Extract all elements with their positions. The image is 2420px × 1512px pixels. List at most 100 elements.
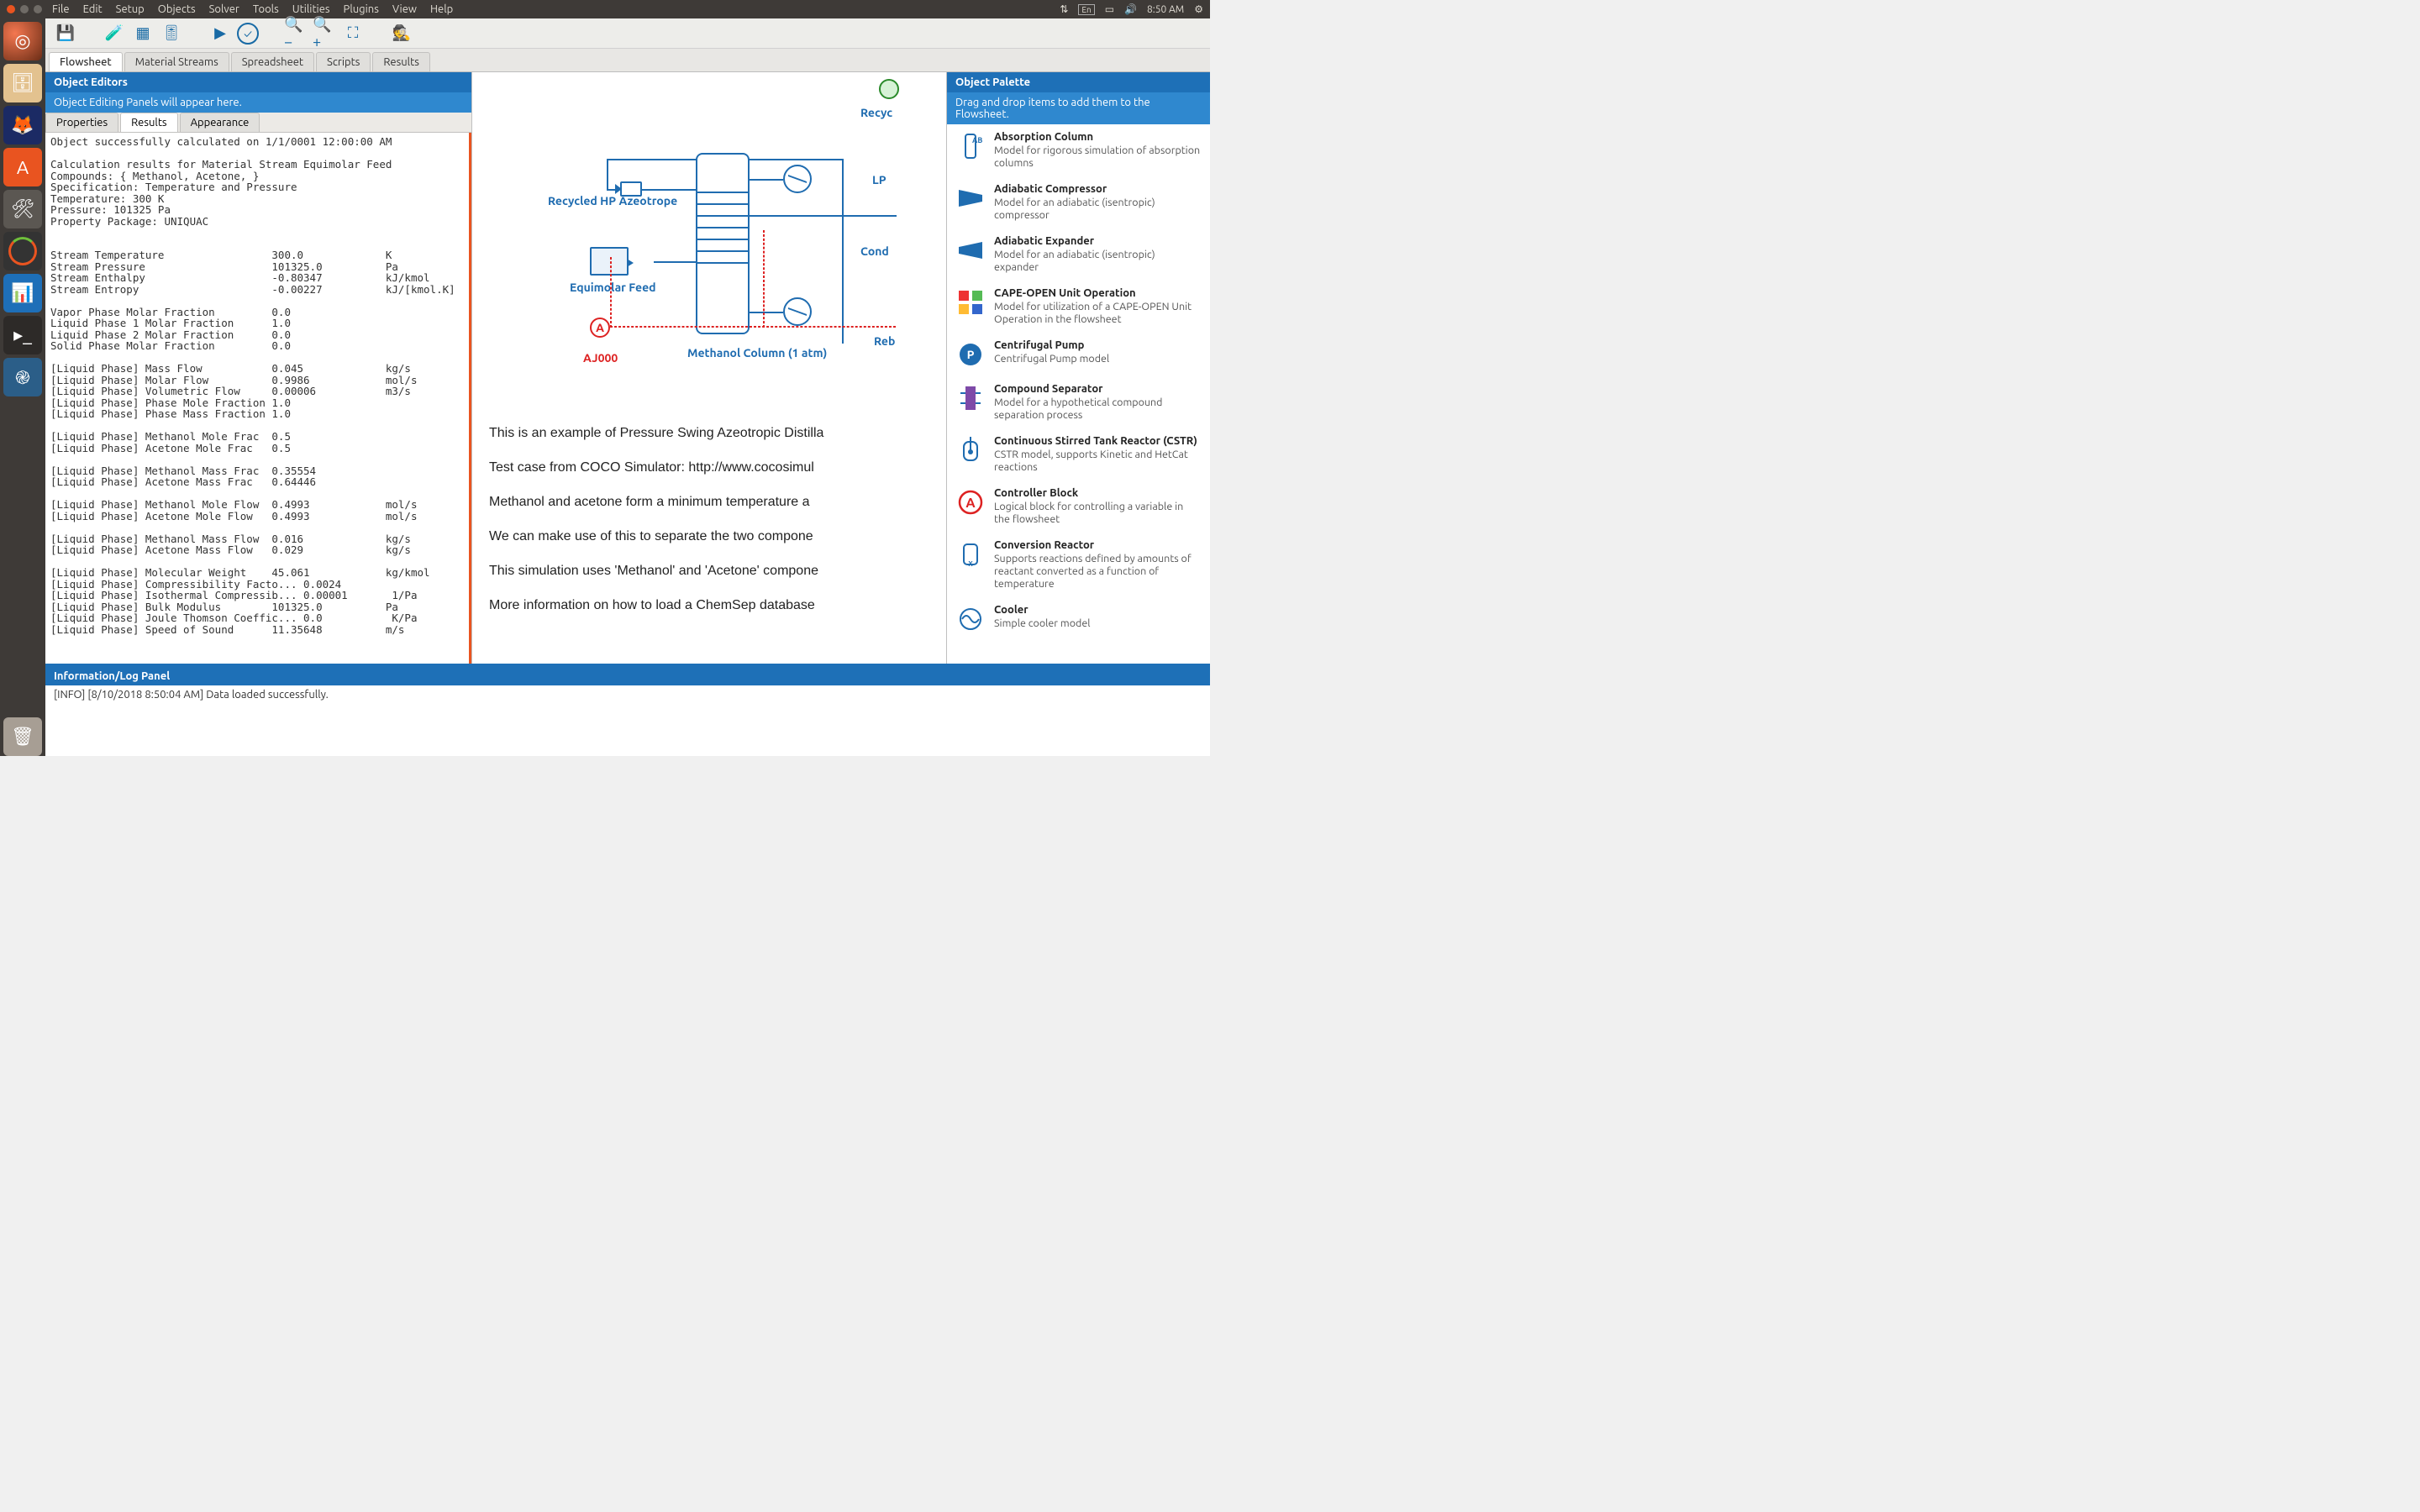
launcher-software-icon[interactable]: A	[3, 148, 42, 186]
menu-file[interactable]: File	[52, 3, 70, 15]
palette-item[interactable]: CAPE-OPEN Unit OperationModel for utiliz…	[947, 281, 1210, 333]
subtab-properties[interactable]: Properties	[45, 113, 118, 132]
window-max-icon[interactable]	[34, 5, 42, 13]
palette-item-desc: Simple cooler model	[994, 617, 1091, 630]
menu-utilities[interactable]: Utilities	[292, 3, 330, 15]
palette-item[interactable]: XConversion ReactorSupports reactions de…	[947, 533, 1210, 597]
app-menu: File Edit Setup Objects Solver Tools Uti…	[52, 3, 453, 15]
volume-icon[interactable]: 🔊	[1124, 3, 1137, 15]
menu-edit[interactable]: Edit	[83, 3, 103, 15]
flowsheet-canvas[interactable]: Recyc LP Cond Reb Recycled HP Azeotrope …	[472, 72, 946, 664]
launcher-simulator-icon[interactable]: 📊	[3, 274, 42, 312]
window-close-icon[interactable]	[7, 5, 15, 13]
main-tabs: Flowsheet Material Streams Spreadsheet S…	[45, 49, 1210, 72]
grid-icon[interactable]: ▦	[131, 22, 155, 45]
label-methanol-column: Methanol Column (1 atm)	[687, 346, 827, 360]
zoom-out-icon[interactable]: 🔍−	[284, 22, 308, 45]
cstr-icon	[955, 435, 986, 465]
main-toolbar: 💾 🧪 ▦ 🎚 ▶ ✓ 🔍− 🔍+ ⛶ 🕵	[45, 18, 1210, 49]
play-icon[interactable]: ▶	[208, 22, 232, 45]
battery-icon[interactable]: ▭	[1105, 3, 1114, 15]
launcher-trash-icon[interactable]: 🗑	[3, 717, 42, 756]
palette-item[interactable]: Compound SeparatorModel for a hypothetic…	[947, 376, 1210, 428]
equimolar-feed-block[interactable]	[590, 247, 629, 276]
zoom-fit-icon[interactable]: ⛶	[341, 22, 365, 45]
flask-icon[interactable]: 🧪	[103, 22, 126, 45]
palette-item[interactable]: CoolerSimple cooler model	[947, 597, 1210, 641]
window-min-icon[interactable]	[20, 5, 29, 13]
tab-material-streams[interactable]: Material Streams	[124, 52, 229, 71]
palette-list[interactable]: ABAbsorption ColumnModel for rigorous si…	[947, 124, 1210, 664]
desc-line: This simulation uses 'Methanol' and 'Ace…	[489, 563, 946, 580]
launcher-files-icon[interactable]: 🗄	[3, 64, 42, 102]
launcher-updater-icon[interactable]	[3, 232, 42, 270]
palette-item-desc: Model for an adiabatic (isentropic) comp…	[994, 197, 1202, 222]
log-line: [INFO] [8/10/2018 8:50:04 AM] Data loade…	[54, 689, 1202, 701]
flowsheet-canvas-panel[interactable]: Recyc LP Cond Reb Recycled HP Azeotrope …	[472, 72, 946, 664]
sliders-icon[interactable]: 🎚	[160, 22, 183, 45]
palette-item-title: Absorption Column	[994, 131, 1202, 143]
menu-tools[interactable]: Tools	[253, 3, 279, 15]
editor-sub-tabs: Properties Results Appearance	[45, 113, 471, 133]
lang-indicator[interactable]: En	[1078, 4, 1094, 15]
palette-item-desc: Model for a hypothetical compound separa…	[994, 396, 1202, 422]
label-recyc: Recyc	[860, 106, 892, 119]
condenser-icon[interactable]	[783, 165, 812, 193]
launcher-dash-icon[interactable]: ◎	[3, 22, 42, 60]
subtab-results[interactable]: Results	[120, 113, 177, 132]
annotation-a-badge[interactable]: A	[590, 318, 610, 338]
conv-icon: X	[955, 539, 986, 570]
log-body[interactable]: [INFO] [8/10/2018 8:50:04 AM] Data loade…	[45, 685, 1210, 756]
palette-item-title: Adiabatic Expander	[994, 235, 1202, 247]
results-textarea[interactable]: Object successfully calculated on 1/1/00…	[45, 133, 471, 664]
reboiler-icon[interactable]	[783, 297, 812, 326]
palette-item[interactable]: A Controller Block Logical block for contr…	[947, 480, 1210, 533]
ctrl-icon: A	[955, 487, 986, 517]
solve-check-icon[interactable]: ✓	[237, 23, 259, 45]
menu-solver[interactable]: Solver	[209, 3, 239, 15]
network-icon[interactable]: ⇅	[1060, 3, 1068, 15]
inspector-icon[interactable]: 🕵	[390, 22, 413, 45]
palette-item-text: Adiabatic CompressorModel for an adiabat…	[994, 183, 1202, 222]
launcher-terminal-icon[interactable]: ▸_	[3, 316, 42, 354]
desc-line: Methanol and acetone form a minimum temp…	[489, 494, 946, 511]
palette-item[interactable]: Adiabatic ExpanderModel for an adiabatic…	[947, 228, 1210, 281]
palette-item-title: Controller Block	[994, 487, 1202, 499]
tab-scripts[interactable]: Scripts	[316, 52, 371, 71]
svg-text:X: X	[968, 560, 973, 568]
menu-help[interactable]: Help	[430, 3, 453, 15]
menu-plugins[interactable]: Plugins	[344, 3, 379, 15]
save-icon[interactable]: 💾	[54, 22, 77, 45]
recycle-green-badge[interactable]	[879, 79, 899, 99]
zoom-in-icon[interactable]: 🔍+	[313, 22, 336, 45]
launcher-app-icon[interactable]: ֎	[3, 358, 42, 396]
menu-view[interactable]: View	[392, 3, 417, 15]
gear-icon[interactable]: ⚙	[1194, 3, 1203, 15]
palette-item[interactable]: ABAbsorption ColumnModel for rigorous si…	[947, 124, 1210, 176]
tab-flowsheet[interactable]: Flowsheet	[49, 52, 123, 71]
tab-results[interactable]: Results	[372, 52, 429, 71]
methanol-column[interactable]	[696, 153, 750, 334]
palette-item[interactable]: Adiabatic CompressorModel for an adiabat…	[947, 176, 1210, 228]
palette-item-text: CoolerSimple cooler model	[994, 604, 1091, 634]
palette-item[interactable]: Continuous Stirred Tank Reactor (CSTR)CS…	[947, 428, 1210, 480]
palette-item-desc: Model for rigorous simulation of absorpt…	[994, 144, 1202, 170]
svg-text:P: P	[967, 348, 975, 361]
object-editors-subheader: Object Editing Panels will appear here.	[45, 92, 471, 113]
tab-spreadsheet[interactable]: Spreadsheet	[231, 52, 314, 71]
launcher-firefox-icon[interactable]: 🦊	[3, 106, 42, 144]
palette-item-title: Centrifugal Pump	[994, 339, 1109, 351]
menu-setup[interactable]: Setup	[116, 3, 145, 15]
palette-item-desc: Logical block for controlling a variable…	[994, 501, 1202, 526]
application-window: 💾 🧪 ▦ 🎚 ▶ ✓ 🔍− 🔍+ ⛶ 🕵 Flowsheet Material…	[45, 18, 1210, 756]
clock[interactable]: 8:50 AM	[1147, 4, 1184, 15]
cape-icon	[955, 287, 986, 318]
launcher-settings-icon[interactable]: 🛠	[3, 190, 42, 228]
subtab-appearance[interactable]: Appearance	[180, 113, 260, 132]
palette-item-text: Centrifugal PumpCentrifugal Pump model	[994, 339, 1109, 370]
palette-item-desc: CSTR model, supports Kinetic and HetCat …	[994, 449, 1202, 474]
palette-item[interactable]: P Centrifugal PumpCentrifugal Pump model	[947, 333, 1210, 376]
log-header: Information/Log Panel	[45, 667, 1210, 685]
menu-objects[interactable]: Objects	[158, 3, 196, 15]
object-editors-panel: Object Editors Object Editing Panels wil…	[45, 72, 472, 664]
